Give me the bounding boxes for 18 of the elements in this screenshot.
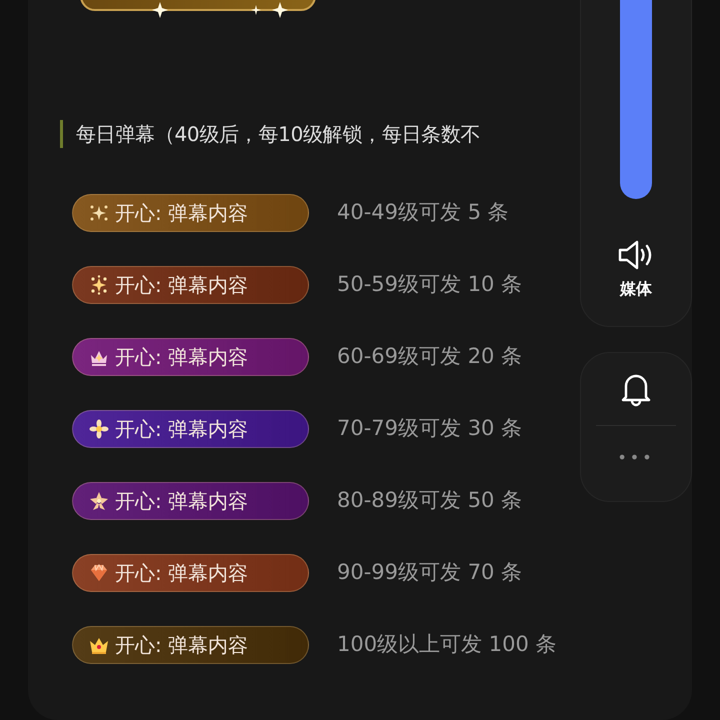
tier-rule-text: 60-69级可发 20 条	[337, 343, 522, 370]
tier-rule-text: 100级以上可发 100 条	[337, 631, 557, 658]
badge-text: 开心: 弹幕内容	[115, 272, 248, 299]
tier-rule-text: 90-99级可发 70 条	[337, 559, 522, 586]
badge-text: 开心: 弹幕内容	[115, 416, 248, 443]
badge-text: 开心: 弹幕内容	[115, 632, 248, 659]
section-heading: 每日弹幕（40级后，每10级解锁，每日条数不	[76, 121, 480, 148]
speaker-icon[interactable]	[618, 239, 654, 271]
tier-rule-text: 40-49级可发 5 条	[337, 199, 509, 226]
badge-text: 开心: 弹幕内容	[115, 344, 248, 371]
tier-rule-text: 80-89级可发 50 条	[337, 487, 522, 514]
tier-rule-text: 70-79级可发 30 条	[337, 415, 522, 442]
badge-text: 开心: 弹幕内容	[115, 200, 248, 227]
badge-text: 开心: 弹幕内容	[115, 488, 248, 515]
volume-label: 媒体	[620, 278, 652, 300]
badge-text: 开心: 弹幕内容	[115, 560, 248, 587]
tier-rule-text: 50-59级可发 10 条	[337, 271, 522, 298]
more-button[interactable]: •••	[615, 450, 657, 466]
